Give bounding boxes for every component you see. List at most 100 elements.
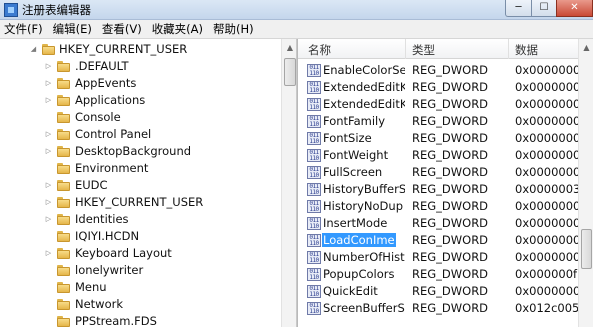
expand-triangle-icon[interactable]: ▷ bbox=[44, 79, 53, 88]
value-name: EnableColorSe... bbox=[323, 63, 405, 77]
expand-triangle-icon[interactable]: ▷ bbox=[44, 215, 53, 224]
column-header-name[interactable]: 名称 bbox=[308, 42, 331, 58]
tree-item[interactable]: PPStream.FDS bbox=[0, 313, 281, 327]
list-row[interactable]: 011 110ScreenBufferSi... REG_DWORD 0x012c0… bbox=[298, 300, 585, 317]
registry-values-list[interactable]: 名称 类型 数据 011 110EnableColorSe...REG_DWOR… bbox=[298, 39, 593, 327]
value-data: 0x00000004 bbox=[515, 250, 585, 264]
list-row[interactable]: 011 110 QuickEdit REG_DWORD 0x00000000 bbox=[298, 283, 585, 300]
folder-icon bbox=[57, 247, 70, 260]
folder-icon bbox=[57, 145, 70, 158]
folder-icon bbox=[57, 60, 70, 73]
tree-root[interactable]: ◢ HKEY_CURRENT_USER bbox=[0, 41, 281, 58]
tree-item[interactable]: Network bbox=[0, 296, 281, 313]
list-header: 名称 类型 数据 bbox=[298, 39, 578, 59]
tree-item[interactable]: ▷ .DEFAULT bbox=[0, 58, 281, 75]
column-divider[interactable] bbox=[508, 39, 509, 59]
value-name: PopupColors bbox=[323, 267, 395, 281]
list-row[interactable]: 011 110EnableColorSe... REG_DWORD 0x000000… bbox=[298, 62, 585, 79]
reg-dword-icon: 011 110 bbox=[307, 268, 321, 281]
expand-triangle-icon[interactable]: ▷ bbox=[44, 96, 53, 105]
tree-item[interactable]: ▷ HKEY_CURRENT_USER bbox=[0, 194, 281, 211]
list-row[interactable]: 011 110 LoadConIme REG_DWORD 0x00000001 bbox=[298, 232, 585, 249]
menu-file[interactable]: 文件(F) bbox=[0, 21, 48, 37]
tree-scrollbar[interactable]: ▲ bbox=[281, 39, 296, 327]
value-data: 0x00000000 bbox=[515, 63, 585, 77]
tree-item[interactable]: ▷ DesktopBackground bbox=[0, 143, 281, 160]
value-type: REG_DWORD bbox=[412, 267, 489, 281]
tree-root-label: HKEY_CURRENT_USER bbox=[59, 42, 188, 56]
maximize-button[interactable]: ☐ bbox=[531, 0, 557, 17]
tree-item[interactable]: Environment bbox=[0, 160, 281, 177]
value-data: 0x00000000 bbox=[515, 97, 585, 111]
scrollbar-thumb[interactable] bbox=[581, 229, 592, 269]
reg-dword-icon: 011 110 bbox=[307, 183, 321, 196]
menu-favorites[interactable]: 收藏夹(A) bbox=[147, 21, 208, 37]
value-type: REG_DWORD bbox=[412, 114, 489, 128]
expand-triangle-icon[interactable]: ▷ bbox=[44, 62, 53, 71]
column-header-data[interactable]: 数据 bbox=[515, 42, 538, 58]
tree-item[interactable]: Console bbox=[0, 109, 281, 126]
value-name: LoadConIme bbox=[322, 233, 396, 247]
column-divider[interactable] bbox=[405, 39, 406, 59]
tree-item[interactable]: ▷ EUDC bbox=[0, 177, 281, 194]
tree-item[interactable]: lonelywriter bbox=[0, 262, 281, 279]
list-row[interactable]: 011 110ExtendedEditK... REG_DWORD 0x000000… bbox=[298, 96, 585, 113]
registry-key-tree[interactable]: ◢ HKEY_CURRENT_USER ▷ .DEFAULT ▷ AppEvents ▷… bbox=[0, 39, 297, 327]
minimize-button[interactable]: ─ bbox=[505, 0, 532, 17]
scrollbar-thumb[interactable] bbox=[284, 58, 296, 86]
list-row[interactable]: 011 110 InsertMode REG_DWORD 0x00000001 bbox=[298, 215, 585, 232]
list-row[interactable]: 011 110 HistoryNoDup REG_DWORD 0x00000000 bbox=[298, 198, 585, 215]
value-name: FontFamily bbox=[323, 114, 386, 128]
menu-help[interactable]: 帮助(H) bbox=[208, 21, 259, 37]
expand-triangle-icon[interactable]: ▷ bbox=[44, 249, 53, 258]
expand-triangle-icon[interactable]: ▷ bbox=[44, 130, 53, 139]
value-name: HistoryNoDup bbox=[323, 199, 403, 213]
tree-item[interactable]: ▷ Identities bbox=[0, 211, 281, 228]
tree-item[interactable]: ▷ AppEvents bbox=[0, 75, 281, 92]
folder-icon bbox=[57, 162, 70, 175]
list-row[interactable]: 011 110 FontWeight REG_DWORD 0x00000000 bbox=[298, 147, 585, 164]
tree-item[interactable]: ▷ Applications bbox=[0, 92, 281, 109]
folder-icon bbox=[57, 111, 70, 124]
value-type: REG_DWORD bbox=[412, 97, 489, 111]
tree-item[interactable]: ▷ Keyboard Layout bbox=[0, 245, 281, 262]
expand-triangle-icon[interactable]: ▷ bbox=[44, 198, 53, 207]
scroll-up-arrow-icon[interactable]: ▲ bbox=[282, 39, 296, 56]
list-scrollbar[interactable]: ▲ bbox=[578, 39, 593, 327]
menu-view[interactable]: 查看(V) bbox=[97, 21, 147, 37]
reg-dword-icon: 011 110 bbox=[307, 217, 321, 230]
tree-item-label: HKEY_CURRENT_USER bbox=[75, 195, 204, 209]
window-title: 注册表编辑器 bbox=[22, 3, 91, 17]
list-row[interactable]: 011 110 FullScreen REG_DWORD 0x00000000 bbox=[298, 164, 585, 181]
list-row[interactable]: 011 110 FontSize REG_DWORD 0x00000000 bbox=[298, 130, 585, 147]
expand-triangle-icon[interactable]: ▷ bbox=[44, 181, 53, 190]
tree-item-label: Identities bbox=[75, 212, 129, 226]
value-data: 0x00000000 bbox=[515, 284, 585, 298]
value-data: 0x012c0050 bbox=[515, 301, 585, 315]
list-row[interactable]: 011 110NumberOfHist... REG_DWORD 0x0000000… bbox=[298, 249, 585, 266]
tree-item-label: IQIYI.HCDN bbox=[75, 229, 140, 243]
value-data: 0x00000000 bbox=[515, 199, 585, 213]
list-row[interactable]: 011 110 PopupColors REG_DWORD 0x000000f5 bbox=[298, 266, 584, 283]
value-type: REG_DWORD bbox=[412, 80, 489, 94]
value-name: QuickEdit bbox=[323, 284, 378, 298]
list-row[interactable]: 011 110 FontFamily REG_DWORD 0x00000000 bbox=[298, 113, 585, 130]
close-button[interactable]: ✕ bbox=[556, 0, 593, 17]
tree-item[interactable]: ▷ Control Panel bbox=[0, 126, 281, 143]
scroll-up-arrow-icon[interactable]: ▲ bbox=[579, 39, 593, 56]
reg-dword-icon: 011 110 bbox=[307, 166, 321, 179]
regedit-app-icon bbox=[4, 3, 18, 17]
menu-edit[interactable]: 编辑(E) bbox=[48, 21, 97, 37]
value-name: FullScreen bbox=[323, 165, 383, 179]
expand-triangle-icon[interactable]: ▷ bbox=[44, 147, 53, 156]
list-row[interactable]: 011 110ExtendedEditK... REG_DWORD 0x000000… bbox=[298, 79, 585, 96]
list-row[interactable]: 011 110HistoryBufferSi... REG_DWORD 0x0000… bbox=[298, 181, 585, 198]
value-type: REG_DWORD bbox=[412, 250, 489, 264]
tree-item[interactable]: IQIYI.HCDN bbox=[0, 228, 281, 245]
tree-item[interactable]: Menu bbox=[0, 279, 281, 296]
folder-icon bbox=[57, 315, 70, 327]
column-header-type[interactable]: 类型 bbox=[412, 42, 435, 58]
collapse-triangle-icon[interactable]: ◢ bbox=[29, 45, 38, 54]
reg-dword-icon: 011 110 bbox=[307, 98, 321, 111]
folder-icon bbox=[57, 179, 70, 192]
